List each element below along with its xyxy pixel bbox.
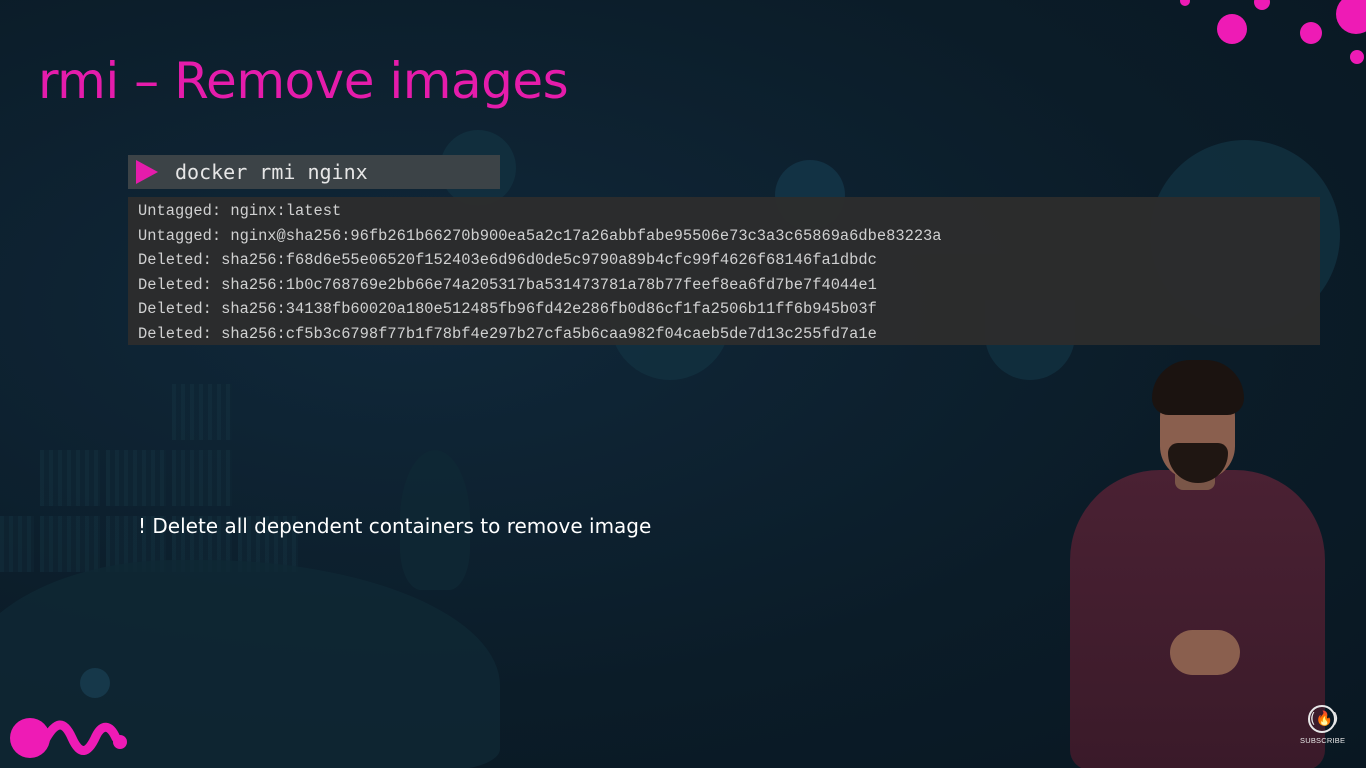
terminal-output: Untagged: nginx:latest Untagged: nginx@s… [128, 197, 1320, 345]
container-stack-graphic [172, 450, 232, 506]
output-line: Untagged: nginx:latest [138, 202, 342, 220]
presenter-hands [1170, 630, 1240, 675]
warning-note: ! Delete all dependent containers to rem… [138, 514, 652, 538]
play-arrow-icon [136, 160, 158, 184]
subscribe-button[interactable]: (🔥) SUBSCRIBE [1300, 705, 1346, 745]
subscribe-label: SUBSCRIBE [1300, 736, 1346, 745]
container-stack-graphic [40, 516, 100, 572]
decorative-dot [1350, 50, 1364, 64]
presenter-video [1060, 355, 1340, 768]
command-text: docker rmi nginx [175, 160, 368, 184]
container-stack-graphic [0, 516, 34, 572]
output-line: Deleted: sha256:34138fb60020a180e512485f… [138, 300, 877, 318]
video-frame: rmi – Remove images docker rmi nginx Unt… [0, 0, 1366, 768]
presenter-hair [1152, 360, 1244, 415]
wave-logo-icon [10, 718, 127, 758]
container-stack-graphic [172, 384, 232, 440]
output-line: Deleted: sha256:1b0c768769e2bb66e74a2053… [138, 275, 877, 294]
output-line: Deleted: sha256:cf5b3c6798f77b1f78bf4e29… [138, 324, 877, 343]
output-line: Deleted: sha256:f68d6e55e06520f152403e6d… [138, 251, 877, 269]
docker-whale-eye-graphic [80, 668, 110, 698]
freecodecamp-flame-icon: (🔥) [1308, 705, 1338, 733]
decorative-dot [1217, 14, 1247, 44]
container-stack-graphic [106, 450, 166, 506]
command-bar: docker rmi nginx [128, 155, 500, 189]
decorative-dot [1300, 22, 1322, 44]
decorative-dot [1336, 0, 1366, 34]
decorative-dot [1180, 0, 1190, 6]
container-stack-graphic [40, 450, 100, 506]
slide-title: rmi – Remove images [38, 52, 569, 110]
output-line: Untagged: nginx@sha256:96fb261b66270b900… [138, 226, 942, 245]
presenter-body [1070, 470, 1325, 768]
decorative-dot [1254, 0, 1270, 10]
